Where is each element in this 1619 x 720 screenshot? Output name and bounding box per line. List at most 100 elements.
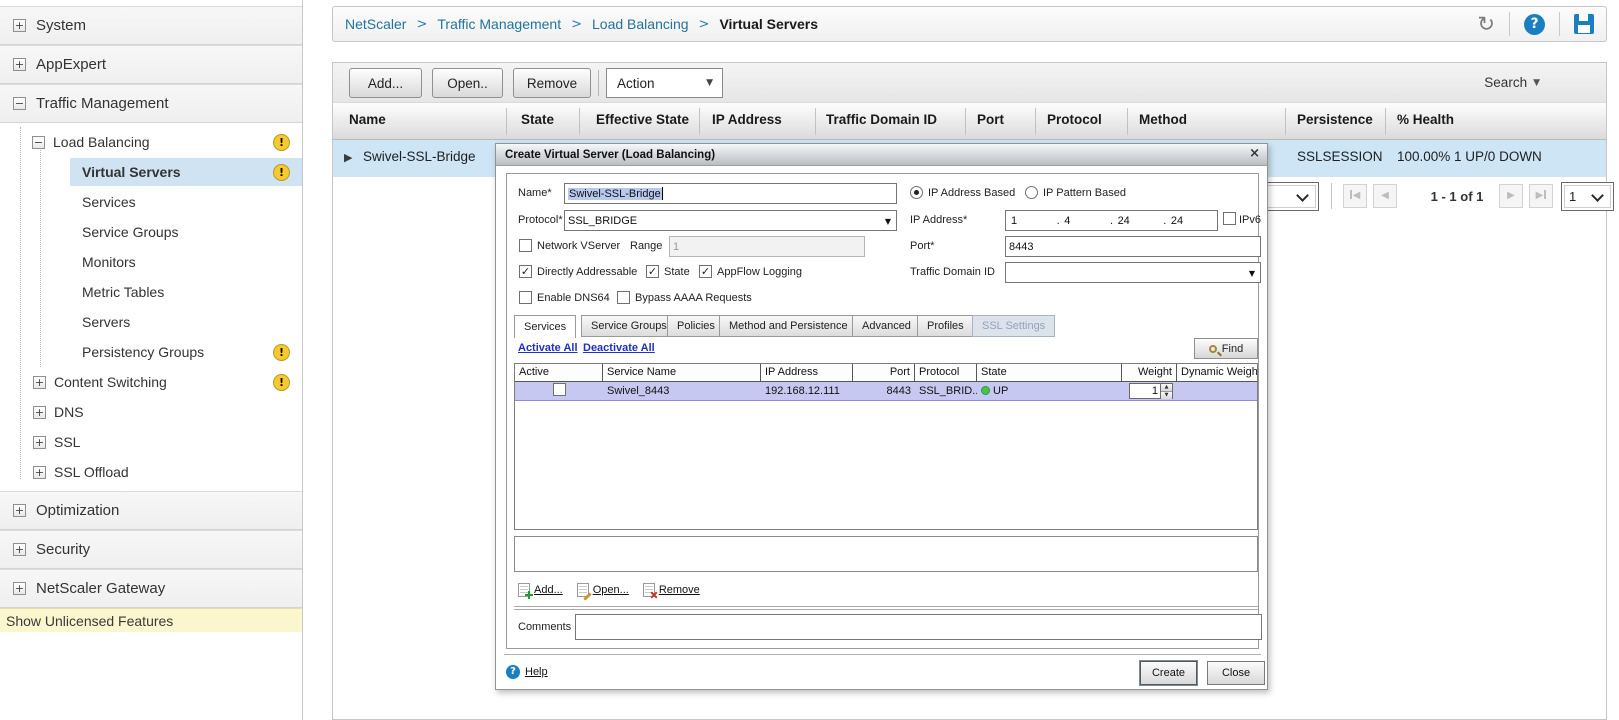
tree-item-ssl-offload[interactable]: + SSL Offload [0,457,302,487]
show-unlicensed-features-link[interactable]: Show Unlicensed Features [0,608,302,632]
spin-up-icon[interactable]: ▲ [1161,384,1172,392]
expand-icon[interactable]: + [33,465,46,479]
refresh-icon[interactable]: ↻ [1477,13,1495,35]
svc-column-weight[interactable]: Weight [1122,364,1177,381]
sidebar-item-security[interactable]: + Security [0,530,302,569]
tab-service-groups[interactable]: Service Groups [581,315,677,337]
traffic-domain-id-dropdown[interactable]: ▼ [1005,262,1261,283]
expand-icon[interactable]: + [13,19,26,32]
ip-address-field[interactable]: 1 . 4 . 24 . 24 [1005,210,1218,231]
next-page-button[interactable]: ▶ [1499,184,1523,208]
service-add-link[interactable]: Add... [518,583,563,599]
tab-policies[interactable]: Policies [667,315,725,337]
state-checkbox[interactable]: ✓ [646,265,659,278]
enable-dns64-checkbox[interactable] [519,291,532,304]
close-icon[interactable]: × [1249,147,1260,161]
directly-addressable-checkbox[interactable]: ✓ [519,265,532,278]
tree-item-services[interactable]: Services [0,187,302,217]
tree-item-load-balancing[interactable]: − Load Balancing ! [0,127,302,157]
open-button[interactable]: Open.. [432,68,503,98]
action-dropdown[interactable]: Action ▼ [606,68,723,98]
tree-item-persistency-groups[interactable]: Persistency Groups ! [0,337,302,367]
tree-item-service-groups[interactable]: Service Groups [0,217,302,247]
tree-item-servers[interactable]: Servers [0,307,302,337]
service-remove-link[interactable]: Remove [642,583,700,597]
expand-icon[interactable]: + [33,435,46,449]
search-dropdown[interactable]: Search ▼ [1484,75,1540,90]
sidebar-item-netscaler-gateway[interactable]: + NetScaler Gateway [0,569,302,608]
expand-icon[interactable]: + [13,58,26,71]
save-icon[interactable] [1574,14,1594,34]
tab-method-and-persistence[interactable]: Method and Persistence [719,315,858,337]
svc-column-ip-address[interactable]: IP Address [761,364,853,381]
breadcrumb-load-balancing[interactable]: Load Balancing [592,16,689,32]
dialog-title-bar[interactable]: Create Virtual Server (Load Balancing) × [496,144,1267,166]
weight-stepper[interactable]: 1 ▲ ▼ [1129,383,1173,399]
expand-icon[interactable]: + [13,543,26,556]
svc-column-state[interactable]: State [977,364,1122,381]
add-button[interactable]: Add... [349,68,422,98]
close-button[interactable]: Close [1207,661,1265,685]
sidebar-item-system[interactable]: + System [0,6,302,45]
service-open-link[interactable]: Open... [576,583,629,597]
bypass-aaaa-checkbox[interactable] [617,291,630,304]
column-header-method[interactable]: Method [1139,112,1187,127]
breadcrumb-netscaler[interactable]: NetScaler [345,16,406,32]
activate-all-link[interactable]: Activate All [518,342,578,354]
sidebar-item-traffic-management[interactable]: − Traffic Management [0,84,302,123]
previous-page-button[interactable]: ◀ [1373,184,1397,208]
expand-icon[interactable]: + [13,504,26,517]
tree-item-metric-tables[interactable]: Metric Tables [0,277,302,307]
deactivate-all-link[interactable]: Deactivate All [583,342,655,354]
remove-button[interactable]: Remove [513,68,591,98]
name-field[interactable]: Swivel-SSL-Bridge [564,183,897,204]
ipv6-checkbox[interactable] [1223,212,1236,225]
expand-icon[interactable]: + [13,582,26,595]
sidebar-item-optimization[interactable]: + Optimization [0,491,302,530]
service-row[interactable]: Swivel_8443 192.168.12.111 8443 SSL_BRID… [515,382,1257,401]
collapse-icon[interactable]: − [13,97,26,110]
tree-item-content-switching[interactable]: + Content Switching ! [0,367,302,397]
tree-item-virtual-servers[interactable]: Virtual Servers ! [0,157,302,187]
tree-item-dns[interactable]: + DNS [0,397,302,427]
help-icon[interactable]: ? [1524,13,1545,35]
column-header-health[interactable]: % Health [1397,112,1454,127]
tab-profiles[interactable]: Profiles [917,315,974,337]
help-link[interactable]: ? Help [506,665,548,679]
column-header-name[interactable]: Name [349,112,386,127]
column-header-port[interactable]: Port [977,112,1004,127]
column-header-persistence[interactable]: Persistence [1297,112,1373,127]
tree-item-monitors[interactable]: Monitors [0,247,302,277]
svc-column-service-name[interactable]: Service Name [603,364,761,381]
last-page-button[interactable]: ▶ [1529,184,1553,208]
protocol-dropdown[interactable]: SSL_BRIDGE ▼ [564,210,897,231]
column-header-state[interactable]: State [521,112,554,127]
svc-column-protocol[interactable]: Protocol [915,364,977,381]
column-header-ip-address[interactable]: IP Address [712,112,782,127]
service-active-checkbox[interactable] [552,383,566,396]
appflow-logging-checkbox[interactable]: ✓ [699,265,712,278]
column-header-traffic-domain-id[interactable]: Traffic Domain ID [826,112,937,127]
ip-address-based-radio[interactable] [910,186,923,199]
column-header-effective-state[interactable]: Effective State [596,112,689,127]
page-number-dropdown[interactable]: 1 [1561,182,1614,211]
comments-field[interactable] [575,614,1262,640]
svc-column-active[interactable]: Active [515,364,603,381]
port-field[interactable]: 8443 [1005,236,1261,257]
ip-pattern-based-radio[interactable] [1025,186,1038,199]
expand-icon[interactable]: + [33,405,46,419]
column-header-protocol[interactable]: Protocol [1047,112,1102,127]
breadcrumb-traffic-management[interactable]: Traffic Management [437,16,561,32]
expand-icon[interactable]: + [33,375,46,389]
row-expander-icon[interactable]: ▶ [344,151,352,164]
find-button[interactable]: Find [1194,338,1258,359]
first-page-button[interactable]: ◀ [1343,184,1367,208]
tab-advanced[interactable]: Advanced [852,315,921,337]
spin-down-icon[interactable]: ▼ [1161,392,1172,399]
create-button[interactable]: Create [1140,661,1197,685]
tab-services[interactable]: Services [514,315,577,338]
network-vserver-checkbox[interactable] [519,239,532,252]
sidebar-item-appexpert[interactable]: + AppExpert [0,45,302,84]
svc-column-port[interactable]: Port [853,364,915,381]
svc-column-dynamic-weight[interactable]: Dynamic Weight [1177,364,1257,381]
